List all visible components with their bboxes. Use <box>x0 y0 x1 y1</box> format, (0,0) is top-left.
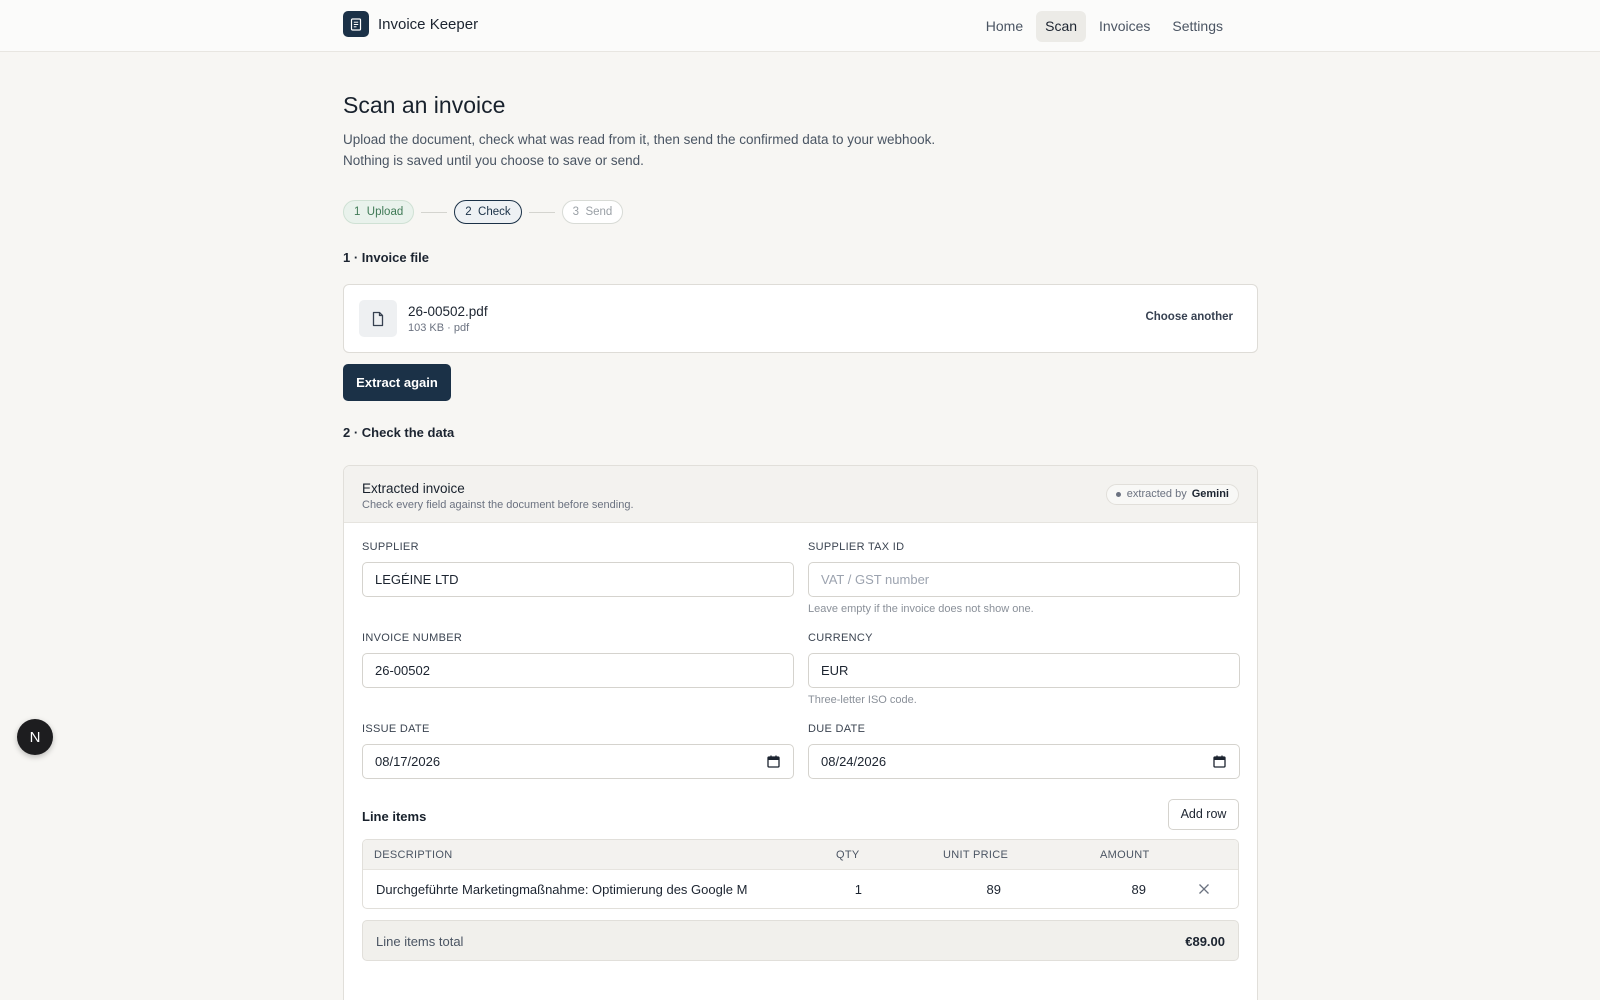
remove-row-icon[interactable] <box>1198 883 1210 895</box>
col-description: DESCRIPTION <box>374 849 453 861</box>
file-card: 26-00502.pdf 103 KB · pdf Choose another <box>343 284 1258 353</box>
status-dot-icon <box>1115 492 1121 497</box>
nav-home[interactable]: Home <box>977 11 1032 42</box>
currency-field-group: CURRENCY Three-letter ISO code. <box>808 632 1240 706</box>
issue-date-value: 08/17/2026 <box>375 754 441 769</box>
supplier-label: SUPPLIER <box>362 541 419 553</box>
extract-again-button[interactable]: Extract again <box>343 364 451 401</box>
nav-scan[interactable]: Scan <box>1036 11 1087 42</box>
col-qty: QTY <box>836 849 860 861</box>
step-number: 1 <box>354 206 361 218</box>
extracted-invoice-card: Extracted invoice Check every field agai… <box>343 465 1258 1000</box>
brand[interactable]: Invoice Keeper <box>343 11 478 37</box>
line-description-input[interactable]: Durchgeführte Marketingmaßnahme: Optimie… <box>376 882 751 897</box>
calendar-icon[interactable] <box>1213 755 1226 768</box>
currency-input[interactable] <box>808 653 1240 688</box>
nav-settings[interactable]: Settings <box>1163 11 1232 42</box>
section-invoice-file: 1 · Invoice file <box>343 250 429 265</box>
currency-hint: Three-letter ISO code. <box>808 694 917 706</box>
total-value: €89.00 <box>1185 934 1225 949</box>
issue-date-field-group: ISSUE DATE 08/17/2026 <box>362 723 794 779</box>
line-amount-input[interactable]: 89 <box>1100 882 1146 897</box>
line-unit-price-input[interactable]: 89 <box>943 882 1001 897</box>
supplier-input[interactable] <box>362 562 794 597</box>
line-items-total: Line items total €89.00 <box>362 920 1239 961</box>
issue-date-input[interactable]: 08/17/2026 <box>362 744 794 779</box>
due-date-label: DUE DATE <box>808 723 866 735</box>
invoice-number-input[interactable] <box>362 653 794 688</box>
step-label: Upload <box>366 206 404 218</box>
supplier-tax-id-label: SUPPLIER TAX ID <box>808 541 905 553</box>
card-subtitle: Check every field against the document b… <box>362 499 634 511</box>
section-check-data: 2 · Check the data <box>343 425 455 440</box>
step-number: 3 <box>572 206 580 218</box>
card-title: Extracted invoice <box>362 481 465 496</box>
issue-date-label: ISSUE DATE <box>362 723 430 735</box>
due-date-value: 08/24/2026 <box>821 754 887 769</box>
due-date-input[interactable]: 08/24/2026 <box>808 744 1240 779</box>
invoice-logo-icon <box>343 11 369 37</box>
line-items-table: DESCRIPTION QTY UNIT PRICE AMOUNT Durchg… <box>362 839 1239 909</box>
supplier-field-group: SUPPLIER <box>362 541 794 597</box>
main-nav: Home Scan Invoices Settings <box>977 11 1232 42</box>
supplier-tax-id-hint: Leave empty if the invoice does not show… <box>808 603 1034 615</box>
step-number: 2 <box>465 206 472 218</box>
page-title: Scan an invoice <box>343 92 506 118</box>
col-unit-price: UNIT PRICE <box>943 849 1009 861</box>
line-qty-input[interactable]: 1 <box>836 882 862 897</box>
top-navigation-bar: Invoice Keeper Home Scan Invoices Settin… <box>0 0 1600 52</box>
total-label: Line items total <box>376 934 464 949</box>
line-items-header: DESCRIPTION QTY UNIT PRICE AMOUNT <box>363 840 1238 870</box>
step-label: Send <box>585 206 613 218</box>
table-row: Durchgeführte Marketingmaßnahme: Optimie… <box>363 870 1238 908</box>
nav-invoices[interactable]: Invoices <box>1090 11 1159 42</box>
supplier-tax-id-input[interactable] <box>808 562 1240 597</box>
progress-steps: 1 Upload 2 Check 3 Send <box>343 200 624 224</box>
line-items-title: Line items <box>362 809 427 824</box>
supplier-tax-id-field-group: SUPPLIER TAX ID Leave empty if the invoi… <box>808 541 1240 615</box>
step-send[interactable]: 3 Send <box>561 200 624 224</box>
app-name: Invoice Keeper <box>378 15 479 33</box>
card-header: Extracted invoice Check every field agai… <box>344 466 1257 523</box>
step-upload[interactable]: 1 Upload <box>343 200 415 224</box>
file-name: 26-00502.pdf <box>408 304 488 319</box>
step-connector <box>528 211 555 213</box>
due-date-field-group: DUE DATE 08/24/2026 <box>808 723 1240 779</box>
invoice-number-field-group: INVOICE NUMBER <box>362 632 794 688</box>
step-connector <box>421 211 448 213</box>
badge-prefix: extracted by <box>1126 488 1187 500</box>
extracted-by-badge: extracted by Gemini <box>1105 484 1239 505</box>
step-check[interactable]: 2 Check <box>454 200 522 224</box>
currency-label: CURRENCY <box>808 632 873 644</box>
floating-assistant-button[interactable]: N <box>17 719 53 755</box>
document-icon <box>359 300 397 337</box>
add-row-button[interactable]: Add row <box>1168 799 1239 830</box>
invoice-number-label: INVOICE NUMBER <box>362 632 463 644</box>
file-meta: 103 KB · pdf <box>408 322 470 334</box>
choose-another-button[interactable]: Choose another <box>1145 311 1233 323</box>
col-amount: AMOUNT <box>1100 849 1150 861</box>
step-label: Check <box>478 206 511 218</box>
badge-provider: Gemini <box>1191 488 1229 500</box>
page-description: Upload the document, check what was read… <box>343 132 936 168</box>
calendar-icon[interactable] <box>767 755 780 768</box>
